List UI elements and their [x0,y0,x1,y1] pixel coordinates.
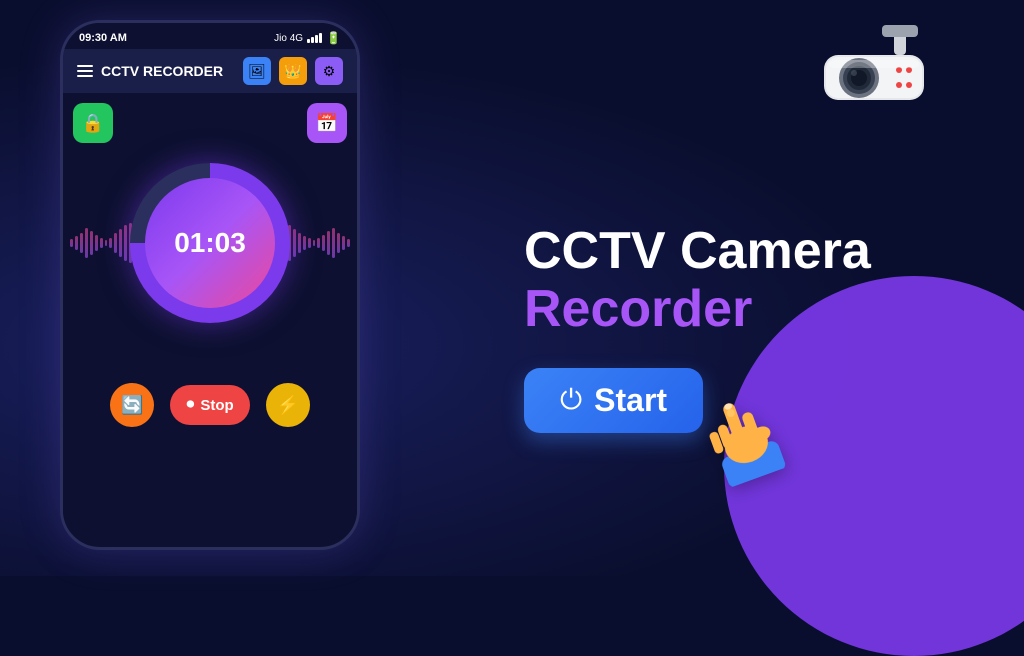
app-bar-icons: 🖼 👑 ⚙ [243,57,343,85]
phone-mockup: 09:30 AM Jio 4G 🔋 CCTV RECORDER [60,20,380,560]
rotate-button[interactable]: 🔄 [110,383,154,427]
record-icon: ⏺ [186,396,194,414]
status-time: 09:30 AM [79,32,127,44]
lightning-icon: ⚡ [276,395,298,416]
app-title: CCTV RECORDER [101,63,223,79]
gallery-button[interactable]: 🖼 [243,57,271,85]
start-label: Start [594,382,667,419]
camera-action-button[interactable]: 🔒 [73,103,113,143]
headline-line1: CCTV Camera [524,223,964,280]
headline: CCTV Camera Recorder [524,223,964,337]
hamburger-icon[interactable] [77,65,93,77]
crown-icon: 👑 [284,63,301,80]
headline-line2: Recorder [524,281,964,338]
lock-icon: 🔒 [82,113,104,134]
timer-circle-inner: 01:03 [145,178,275,308]
start-button[interactable]: ⏻ Start [524,368,703,433]
stop-label: Stop [200,397,233,414]
settings-icon: ⚙ [323,63,336,80]
app-bar: CCTV RECORDER 🖼 👑 ⚙ [63,49,357,93]
schedule-icon: 📅 [316,113,338,134]
camera-illustration [804,20,964,135]
flash-button[interactable]: ⚡ [266,383,310,427]
top-actions: 🔒 📅 [73,103,347,143]
rotate-icon: 🔄 [121,395,143,416]
phone-content: 🔒 📅 [63,93,357,532]
signal-icon [307,33,322,43]
stop-button[interactable]: ⏺ Stop [170,385,249,425]
bottom-controls: 🔄 ⏺ Stop ⚡ [73,383,347,427]
schedule-action-button[interactable]: 📅 [307,103,347,143]
power-icon: ⏻ [560,384,582,417]
timer-area: 01:03 [73,163,347,323]
timer-circle-outer: 01:03 [130,163,290,323]
status-bar: 09:30 AM Jio 4G 🔋 [63,23,357,49]
premium-button[interactable]: 👑 [279,57,307,85]
battery-icon: 🔋 [326,31,341,45]
settings-button[interactable]: ⚙ [315,57,343,85]
timer-display: 01:03 [174,227,246,259]
status-icons: Jio 4G 🔋 [274,31,341,45]
carrier-text: Jio 4G [274,33,303,44]
phone-frame: 09:30 AM Jio 4G 🔋 CCTV RECORDER [60,20,360,550]
app-bar-left: CCTV RECORDER [77,63,223,79]
gallery-icon: 🖼 [248,63,266,80]
